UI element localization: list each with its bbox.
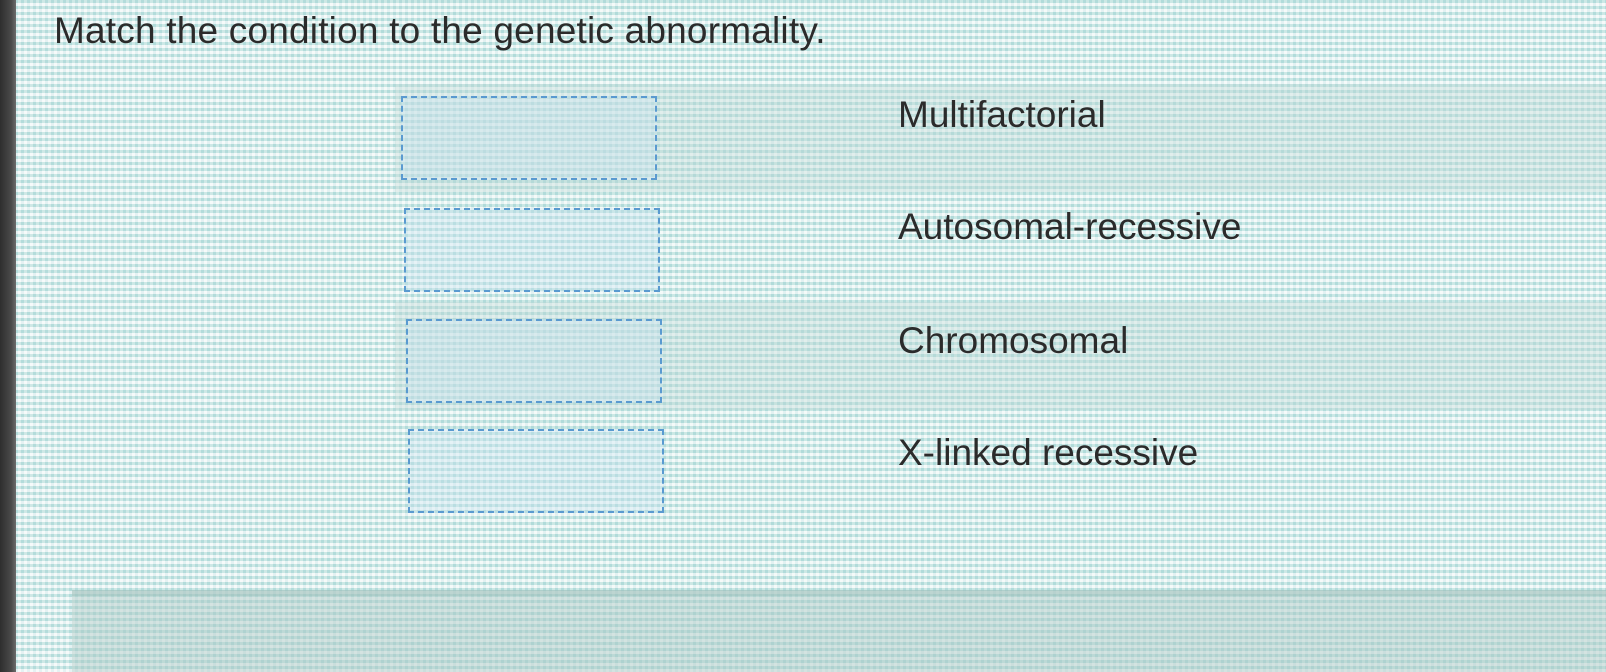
term-chromosomal: Chromosomal (898, 320, 1129, 361)
answer-drop-zone-2[interactable] (404, 208, 660, 292)
term-autosomal-recessive: Autosomal-recessive (898, 206, 1242, 247)
answer-bank-panel (72, 590, 1606, 672)
answer-drop-zone-1[interactable] (401, 96, 657, 180)
answer-drop-zone-4[interactable] (408, 429, 664, 513)
screen-bezel (0, 0, 16, 672)
term-multifactorial: Multifactorial (898, 94, 1106, 135)
term-x-linked-recessive: X-linked recessive (898, 432, 1199, 473)
answer-drop-zone-3[interactable] (406, 319, 662, 403)
question-prompt: Match the condition to the genetic abnor… (54, 10, 826, 51)
